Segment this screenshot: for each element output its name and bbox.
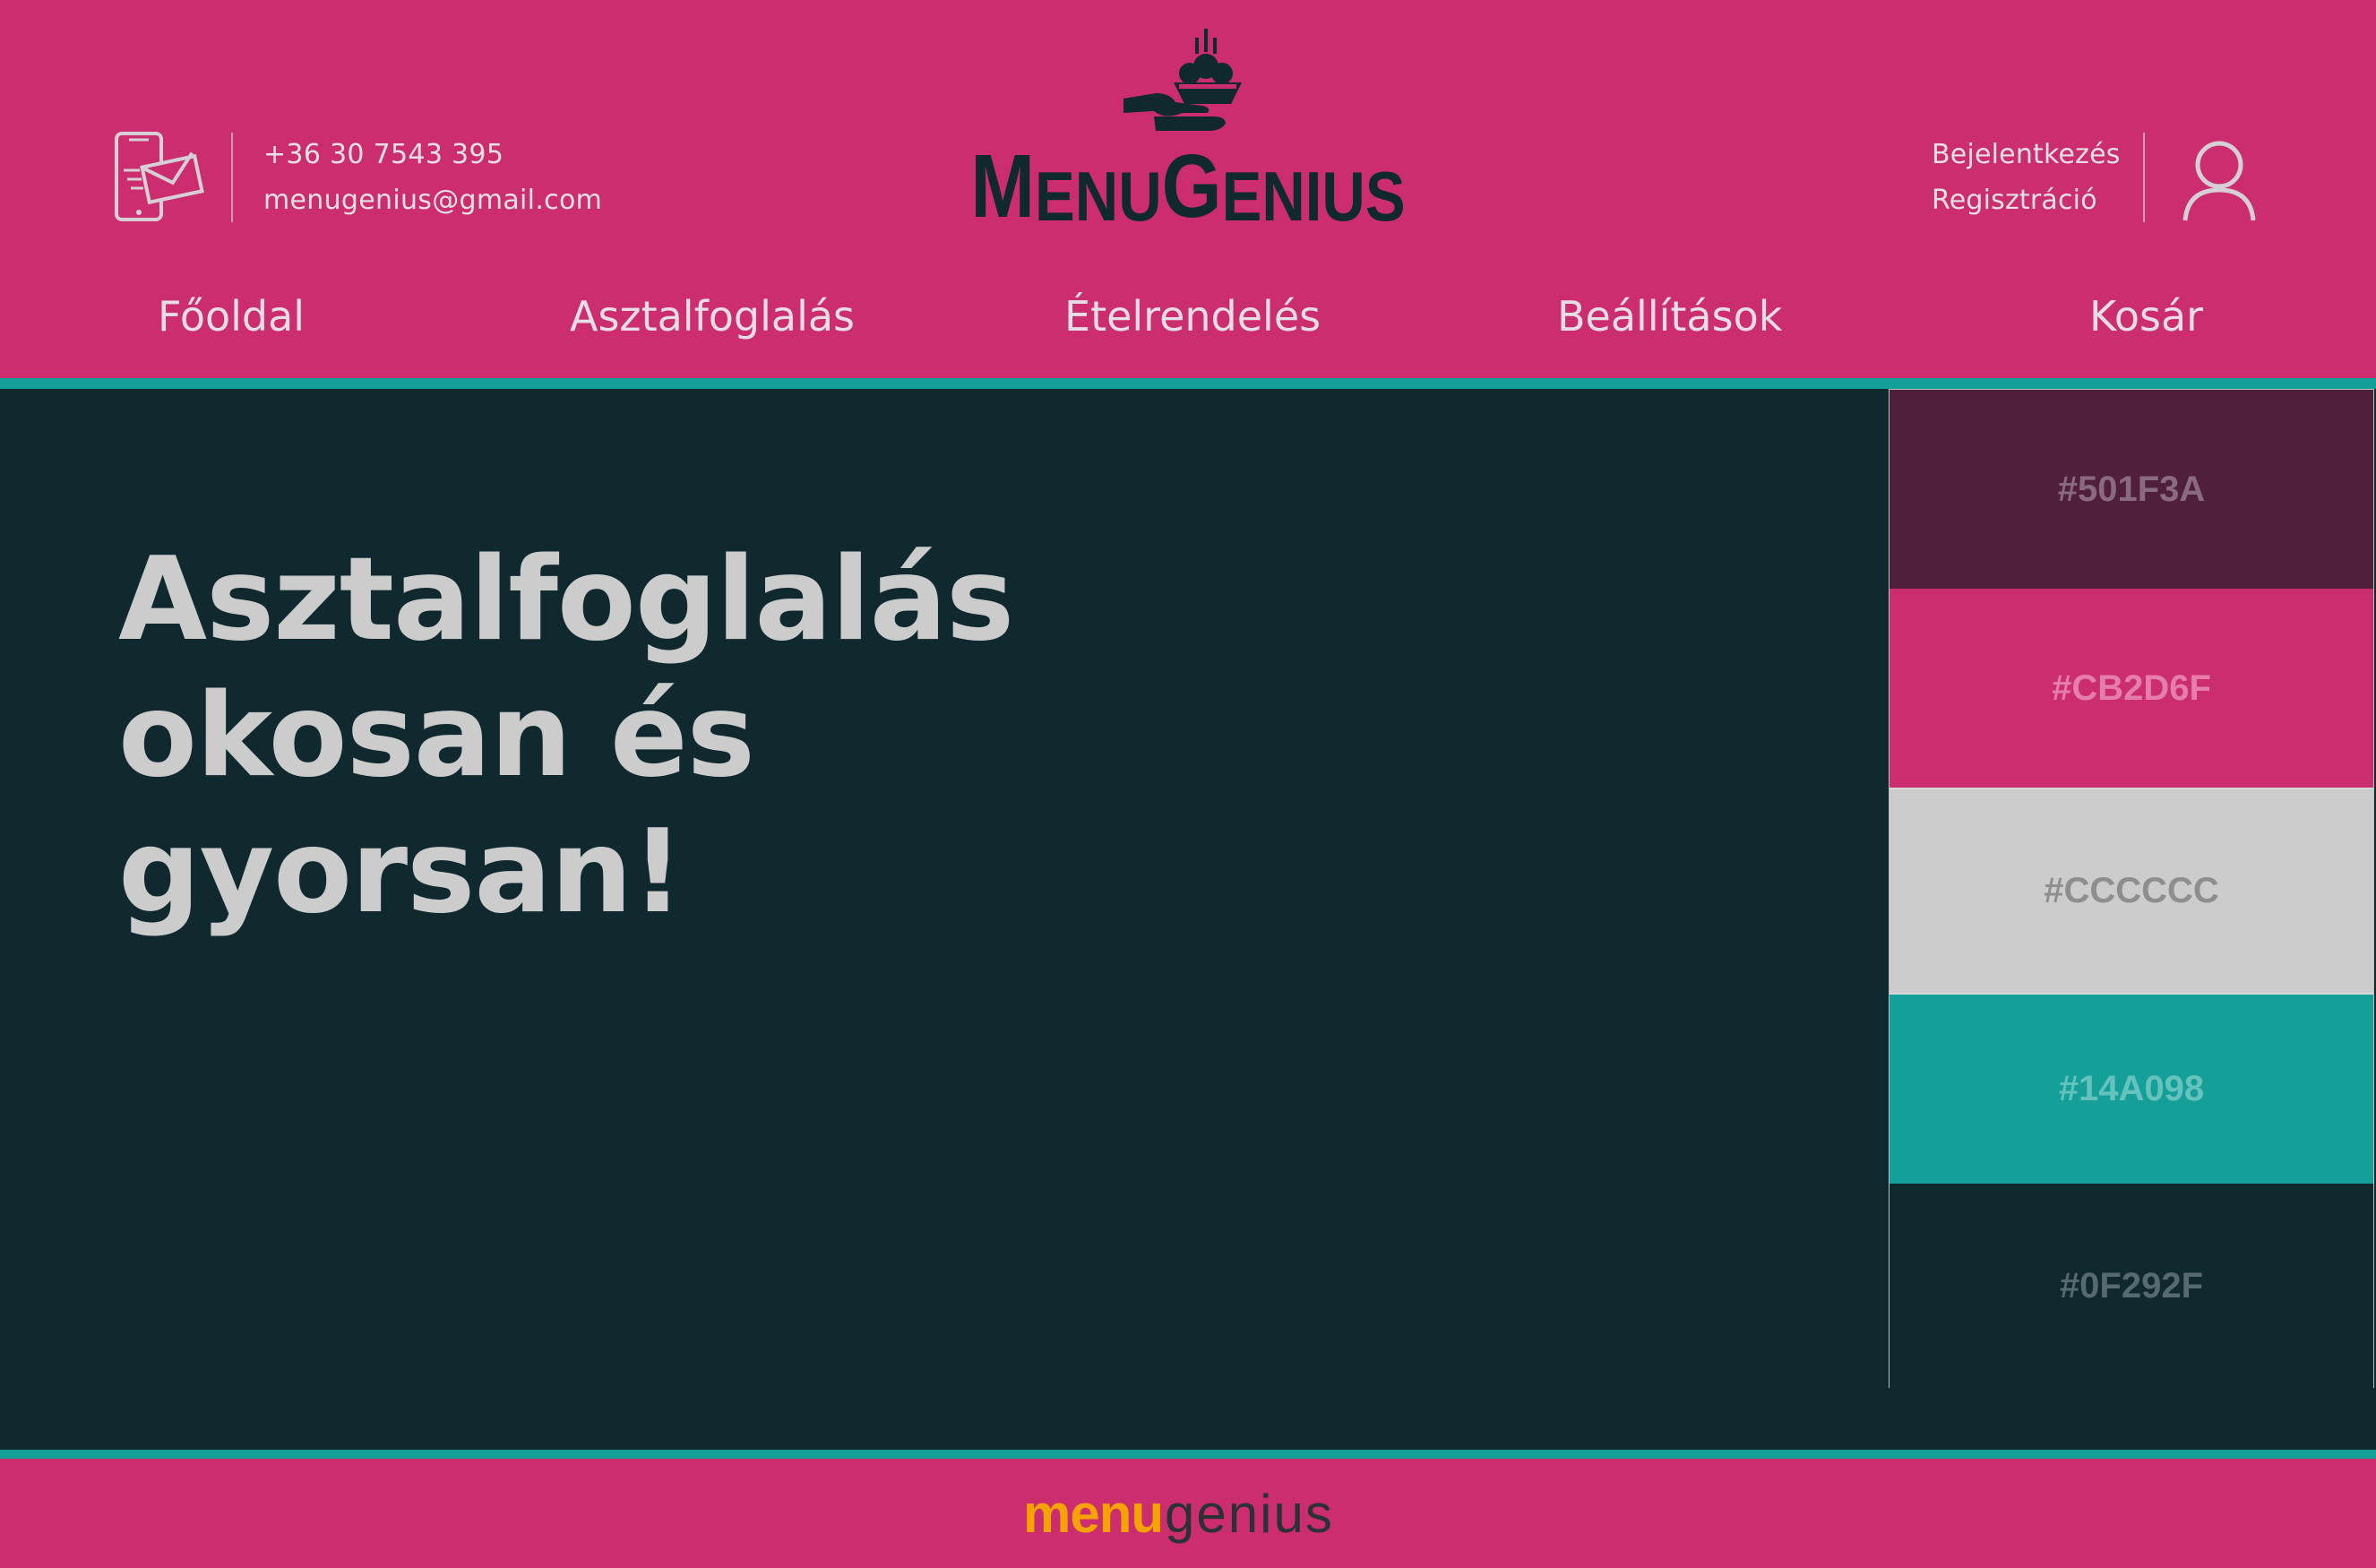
swatch-dark: #0F292F (1890, 1184, 2373, 1388)
auth-divider (2143, 133, 2145, 222)
footer-logo-menu: menu (1023, 1484, 1164, 1544)
hero-title-line: Asztalfoglalás (118, 533, 1014, 667)
swatch-label: #0F292F (2059, 1265, 2204, 1305)
hero-title: Asztalfoglalás okosan és gyorsan! (118, 532, 1014, 941)
footer-accent-line (0, 1450, 2376, 1459)
logo-letters-enius: ENIUS (1221, 157, 1406, 236)
nav-home[interactable]: Főoldal (158, 292, 305, 340)
phone-mail-icon (115, 132, 204, 221)
login-link[interactable]: Bejelentkezés (1932, 139, 2121, 170)
contact-divider (231, 133, 233, 222)
user-icon[interactable] (2181, 134, 2258, 224)
swatch-gray: #CCCCCC (1890, 788, 2373, 994)
serving-hand-icon (1123, 29, 1242, 131)
swatch-divider (1890, 993, 2373, 995)
logo-letters-enu: ENU (1035, 157, 1162, 236)
swatch-plum: #501F3A (1890, 390, 2373, 589)
site-header: +36 30 7543 395 menugenius@gmail.com M EN… (0, 0, 2376, 378)
nav-food-ordering[interactable]: Ételrendelés (1064, 292, 1321, 340)
nav-cart[interactable]: Kosár (2089, 292, 2203, 340)
brand-logo[interactable]: M ENU G ENIUS (970, 136, 1405, 237)
swatch-label: #CCCCCC (2044, 870, 2219, 910)
swatch-teal: #14A098 (1890, 994, 2373, 1184)
hero-title-line: okosan és (118, 669, 755, 803)
nav-settings[interactable]: Beállítások (1557, 292, 1782, 340)
color-palette: #501F3A #CB2D6F #CCCCCC #14A098 #0F292F (1889, 389, 2374, 1388)
footer-logo[interactable]: menu genius (1023, 1486, 1334, 1541)
hero-title-line: gyorsan! (118, 806, 684, 939)
header-accent-line (0, 378, 2376, 389)
swatch-label: #CB2D6F (2052, 668, 2211, 708)
nav-table-booking[interactable]: Asztalfoglalás (570, 292, 855, 340)
swatch-label: #501F3A (2057, 469, 2206, 509)
contact-phone[interactable]: +36 30 7543 395 (263, 139, 504, 170)
swatch-divider (1890, 788, 2373, 789)
logo-letter-g: G (1161, 136, 1222, 237)
swatch-label: #14A098 (2058, 1068, 2205, 1108)
swatch-pink: #CB2D6F (1890, 589, 2373, 788)
contact-email[interactable]: menugenius@gmail.com (263, 185, 602, 216)
register-link[interactable]: Regisztráció (1932, 185, 2097, 216)
logo-letter-m: M (970, 136, 1036, 237)
footer-logo-genius: genius (1165, 1484, 1334, 1544)
